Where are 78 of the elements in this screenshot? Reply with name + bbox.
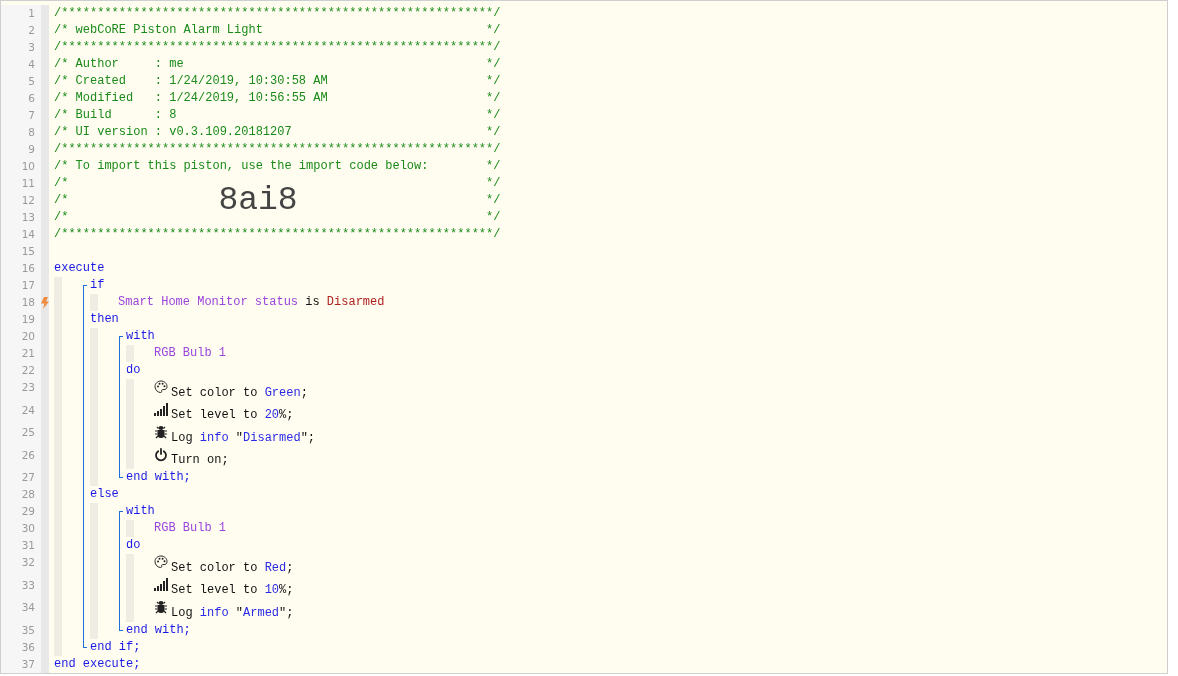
line-number: 13 [1, 209, 41, 226]
bug-icon [154, 425, 168, 439]
line-number: 12 [1, 192, 41, 209]
code-line: Set color to Green; [171, 384, 308, 402]
palette-icon [154, 555, 168, 569]
code-line: Set level to 10%; [171, 582, 294, 599]
code-line: /************************************************************/ [54, 5, 501, 22]
code-line: Log info "Armed"; [171, 604, 294, 622]
line-number: 6 [1, 90, 41, 107]
line-number: 28 [1, 486, 41, 503]
signal-bars-icon [154, 577, 168, 592]
line-number: 14 [1, 226, 41, 243]
line-number: 27 [1, 469, 41, 486]
code-line: /* Modified : 1/24/2019, 10:56:55 AM */ [54, 90, 501, 107]
code-line: /* */ [54, 209, 501, 226]
palette-icon [154, 380, 168, 394]
code-line: if [90, 277, 105, 294]
code-line: with [126, 328, 155, 345]
code-line: do [126, 537, 141, 554]
code-line: /************************************************************/ [54, 226, 501, 243]
line-number: 33 [1, 576, 41, 599]
line-number: 5 [1, 73, 41, 90]
line-number: 30 [1, 520, 41, 537]
code-line: execute [54, 260, 105, 277]
code-line: /************************************************************/ [54, 141, 501, 158]
line-number: 25 [1, 424, 41, 447]
code-line: /* Author : me */ [54, 56, 501, 73]
code-line: else [90, 486, 119, 503]
code-line: /* To import this piston, use the import code below: */ [54, 158, 501, 175]
bug-icon [154, 600, 168, 614]
code-line: /* Build : 8 */ [54, 107, 501, 124]
comment-text: /* [54, 192, 69, 209]
code-line: Set level to 20%; [171, 407, 294, 424]
line-number: 19 [1, 311, 41, 328]
code-line: /* Created : 1/24/2019, 10:30:58 AM */ [54, 73, 501, 90]
line-number: 32 [1, 554, 41, 577]
line-number: 10 [1, 158, 41, 175]
code-line: end execute; [54, 655, 141, 673]
comment-text: */ [486, 192, 501, 209]
code-line: end with; [126, 621, 191, 639]
code-line: /* webCoRE Piston Alarm Light */ [54, 22, 501, 39]
line-number: 21 [1, 345, 41, 362]
code-line: Set color to Red; [171, 559, 294, 577]
line-number: 9 [1, 141, 41, 158]
line-number: 29 [1, 503, 41, 520]
line-number: 1 [1, 5, 41, 22]
power-icon [154, 447, 168, 462]
code-line: end with; [126, 469, 191, 486]
code-line: do [126, 362, 141, 379]
line-number: 17 [1, 277, 41, 294]
line-number: 3 [1, 39, 41, 56]
code-line: Turn on; [171, 452, 229, 469]
line-number: 11 [1, 175, 41, 192]
code-line: Log info "Disarmed"; [171, 429, 316, 447]
line-number: 22 [1, 362, 41, 379]
line-number: 18 [1, 294, 41, 311]
code-line: with [126, 503, 155, 520]
line-number: 7 [1, 107, 41, 124]
line-number: 23 [1, 379, 41, 402]
line-number: 34 [1, 599, 41, 622]
code-line: Smart Home Monitor status is Disarmed [118, 294, 385, 311]
line-number: 26 [1, 446, 41, 469]
line-number: 15 [1, 243, 41, 260]
line-number: 24 [1, 401, 41, 424]
code-line: RGB Bulb 1 [154, 520, 226, 537]
code-line: RGB Bulb 1 [154, 345, 226, 362]
code-line: /* UI version : v0.3.109.20181207 */ [54, 124, 501, 141]
line-number: 4 [1, 56, 41, 73]
line-number: 20 [1, 328, 41, 345]
code-line: /************************************************************/ [54, 39, 501, 56]
line-number: 31 [1, 537, 41, 554]
line-number: 2 [1, 22, 41, 39]
code-line: then [90, 311, 119, 328]
lightning-icon [41, 297, 49, 309]
signal-bars-icon [154, 402, 168, 417]
code-line: end if; [90, 638, 141, 656]
line-number: 8 [1, 124, 41, 141]
line-number: 16 [1, 260, 41, 277]
